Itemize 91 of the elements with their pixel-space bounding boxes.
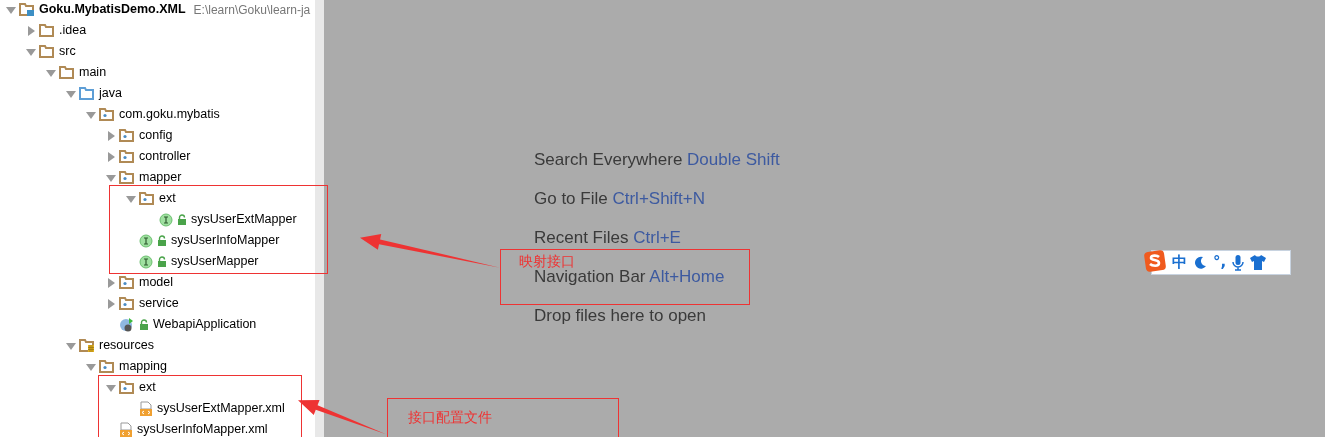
xml-file-icon (139, 400, 153, 417)
collapsed-arrow-icon[interactable] (25, 25, 36, 36)
editor-hint: Go to File Ctrl+Shift+N (534, 188, 706, 210)
tree-item[interactable]: sysUserExtMapper.xml (122, 398, 285, 419)
tree-item[interactable]: sysUserInfoMapper.xml (102, 419, 268, 437)
item-label: WebapiApplication (153, 316, 257, 334)
collapsed-arrow-icon[interactable] (105, 277, 116, 288)
expanded-arrow-icon[interactable] (85, 109, 96, 120)
tree-item[interactable]: Goku.MybatisDemo.XML E:\learn\Goku\learn-ja (2, 0, 311, 20)
tree-item[interactable]: src (22, 41, 76, 62)
item-label: mapping (119, 358, 167, 376)
tree-item[interactable]: ext (122, 188, 176, 209)
item-label: ext (139, 379, 156, 397)
annotation-label: 接口配置文件 (408, 408, 492, 427)
item-label: .idea (59, 22, 87, 40)
resources-folder-icon (79, 338, 95, 353)
item-label: sysUserExtMapper.xml (157, 400, 285, 418)
expanded-arrow-icon[interactable] (65, 88, 76, 99)
punctuation-toggle[interactable]: °, (1213, 251, 1227, 274)
tree-item[interactable]: controller (102, 146, 191, 167)
tree-item[interactable]: sysUserExtMapper (142, 209, 297, 230)
item-label: src (59, 43, 76, 61)
editor-hint: Drop files here to open (534, 305, 706, 327)
package-folder-icon (119, 296, 135, 311)
tree-item[interactable]: sysUserMapper (122, 251, 259, 272)
editor-hint: Navigation Bar Alt+Home (534, 267, 725, 288)
expanded-arrow-icon[interactable] (65, 340, 76, 351)
tree-item[interactable]: resources (62, 335, 154, 356)
package-folder-icon (99, 107, 115, 122)
interface-icon (139, 233, 153, 248)
item-label: sysUserMapper (171, 253, 259, 271)
folder-icon (39, 44, 55, 59)
item-label: main (79, 64, 107, 82)
tree-item[interactable]: sysUserInfoMapper (122, 230, 280, 251)
package-folder-icon (119, 275, 135, 290)
item-label: java (99, 85, 122, 103)
source-folder-icon (79, 86, 95, 101)
expanded-arrow-icon[interactable] (45, 67, 56, 78)
expanded-arrow-icon[interactable] (125, 193, 136, 204)
expanded-arrow-icon[interactable] (25, 46, 36, 57)
item-label: sysUserExtMapper (191, 211, 297, 229)
package-folder-icon (119, 149, 135, 164)
shirt-icon[interactable] (1250, 255, 1267, 270)
item-label: Goku.MybatisDemo.XML (39, 1, 186, 19)
editor-hint: Search Everywhere Double Shift (534, 149, 780, 171)
package-folder-icon (139, 191, 155, 206)
annotation-label: 映射接口 (519, 252, 575, 270)
microphone-icon[interactable] (1232, 254, 1245, 271)
expanded-arrow-icon[interactable] (105, 172, 116, 183)
tree-item[interactable]: main (42, 62, 107, 83)
item-label: mapper (139, 169, 182, 187)
item-label: service (139, 295, 179, 313)
editor-hint: Recent Files Ctrl+E (534, 227, 681, 249)
collapsed-arrow-icon[interactable] (105, 298, 116, 309)
application-icon (119, 316, 135, 333)
interface-icon (139, 254, 153, 269)
item-label: sysUserInfoMapper (171, 232, 280, 250)
item-label: model (139, 274, 174, 292)
module-folder-icon (19, 2, 35, 17)
moon-icon[interactable] (1193, 255, 1207, 270)
package-folder-icon (119, 170, 135, 185)
folder-icon (59, 65, 75, 80)
scrollbar[interactable] (315, 0, 324, 437)
tree-item[interactable]: config (102, 125, 173, 146)
item-label: controller (139, 148, 191, 166)
tree-item[interactable]: java (62, 83, 122, 104)
tree-item[interactable]: .idea (22, 20, 87, 41)
item-label: ext (159, 190, 176, 208)
project-path: E:\learn\Goku\learn-ja (193, 1, 311, 19)
tree-item[interactable]: ext (102, 377, 156, 398)
package-folder-icon (99, 359, 115, 374)
package-folder-icon (119, 128, 135, 143)
collapsed-arrow-icon[interactable] (105, 130, 116, 141)
input-mode-toggle[interactable]: 中 (1172, 251, 1187, 274)
item-label: resources (99, 337, 154, 355)
expanded-arrow-icon[interactable] (85, 361, 96, 372)
item-label: com.goku.mybatis (119, 106, 220, 124)
item-label: sysUserInfoMapper.xml (137, 421, 268, 437)
collapsed-arrow-icon[interactable] (105, 151, 116, 162)
item-label: config (139, 127, 173, 145)
tree-item[interactable]: service (102, 293, 179, 314)
tree-item[interactable]: mapping (82, 356, 167, 377)
tree-item[interactable]: WebapiApplication (102, 314, 257, 335)
expanded-arrow-icon[interactable] (105, 382, 116, 393)
expanded-arrow-icon[interactable] (5, 4, 16, 15)
folder-icon (39, 23, 55, 38)
tree-item[interactable]: com.goku.mybatis (82, 104, 220, 125)
package-folder-icon (119, 380, 135, 395)
tree-item[interactable]: model (102, 272, 174, 293)
tree-item[interactable]: mapper (102, 167, 182, 188)
interface-icon (159, 212, 173, 227)
